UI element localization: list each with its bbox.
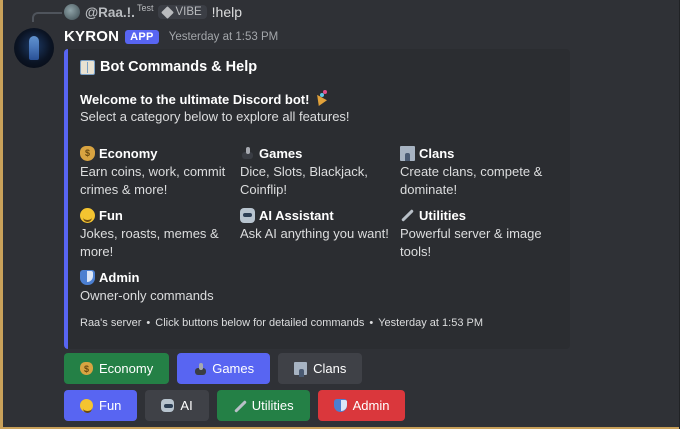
shield-icon (80, 269, 95, 285)
field-ai-assistant: AI Assistant Ask AI anything you want! (240, 206, 400, 243)
smile-icon (80, 207, 95, 223)
field-clans: Clans Create clans, compete & dominate! (400, 144, 560, 199)
utilities-button-label: Utilities (251, 398, 294, 413)
footer-timestamp: Yesterday at 1:53 PM (378, 317, 484, 329)
footer-server: Raa's server (80, 317, 142, 329)
field-name: Economy (99, 145, 158, 161)
reply-connector (32, 12, 62, 22)
footer-separator: • (369, 317, 374, 329)
moneybag-icon (80, 362, 93, 375)
bot-username[interactable]: KYRON (64, 28, 119, 45)
field-name: Admin (99, 269, 140, 285)
field-value: Create clans, compete & dominate! (400, 164, 543, 197)
reply-vibe-badge: VIBE (158, 5, 207, 19)
joystick-icon (193, 362, 207, 375)
joystick-icon (240, 146, 255, 161)
bot-avatar[interactable] (14, 28, 54, 68)
reply-message-text[interactable]: !help (212, 4, 242, 20)
message-header: KYRON APP Yesterday at 1:53 PM (64, 28, 278, 45)
button-row-2: Fun AI Utilities Admin (64, 390, 406, 421)
embed-title-text: Bot Commands & Help (100, 59, 258, 75)
utilities-button[interactable]: Utilities (216, 390, 310, 421)
fun-button-label: Fun (99, 398, 122, 413)
embed-footer: Raa's server • Click buttons below for d… (80, 317, 483, 329)
wrench-icon (233, 399, 246, 412)
castle-icon (400, 145, 415, 161)
field-name: Clans (419, 145, 455, 161)
robot-icon (240, 207, 255, 223)
field-games: Games Dice, Slots, Blackjack, Coinflip! (240, 144, 400, 199)
diamond-icon (161, 5, 175, 19)
ai-button-label: AI (180, 398, 193, 413)
castle-icon (294, 362, 308, 377)
reply-badge-label: VIBE (175, 6, 202, 18)
robot-icon (161, 399, 175, 412)
embed-welcome-text: Welcome to the ultimate Discord bot! (80, 92, 310, 107)
shield-icon (333, 399, 347, 412)
admin-button[interactable]: Admin (317, 390, 406, 421)
party-popper-icon (313, 89, 328, 104)
ai-button[interactable]: AI (145, 390, 209, 421)
embed-title: Bot Commands & Help (80, 59, 556, 75)
field-name: Games (259, 145, 303, 161)
field-fun: Fun Jokes, roasts, memes & more! (80, 206, 240, 261)
economy-button[interactable]: Economy (64, 353, 170, 384)
field-utilities: Utilities Powerful server & image tools! (400, 206, 560, 261)
field-name: Fun (99, 207, 123, 223)
embed-welcome: Welcome to the ultimate Discord bot! (80, 89, 556, 107)
footer-hint: Click buttons below for detailed command… (155, 317, 365, 329)
smile-icon (80, 399, 93, 413)
games-button[interactable]: Games (177, 353, 271, 384)
clans-button-label: Clans (313, 361, 347, 376)
admin-button-label: Admin (352, 398, 390, 413)
field-admin: Admin Owner-only commands (80, 268, 240, 305)
app-badge: APP (125, 29, 159, 44)
field-economy: Economy Earn coins, work, commit crimes … (80, 144, 240, 199)
window-left-border (0, 0, 3, 429)
economy-button-label: Economy (99, 361, 154, 376)
field-value: Jokes, roasts, memes & more! (80, 226, 219, 259)
field-value: Ask AI anything you want! (240, 226, 389, 241)
book-icon (80, 59, 95, 75)
field-name: Utilities (419, 207, 466, 223)
moneybag-icon (80, 145, 95, 161)
field-value: Powerful server & image tools! (400, 226, 542, 259)
embed-subtitle: Select a category below to explore all f… (80, 109, 350, 124)
wrench-icon (400, 208, 415, 223)
avatar-figure (29, 36, 39, 60)
field-value: Owner-only commands (80, 288, 214, 303)
reply-username[interactable]: @Raa.!. (85, 5, 135, 20)
fun-button[interactable]: Fun (64, 390, 138, 421)
message-timestamp[interactable]: Yesterday at 1:53 PM (169, 31, 279, 43)
clans-button[interactable]: Clans (278, 353, 363, 384)
field-value: Dice, Slots, Blackjack, Coinflip! (240, 164, 368, 197)
reply-preview[interactable]: @Raa.!. Test VIBE !help (64, 3, 242, 20)
field-name: AI Assistant (259, 207, 334, 223)
help-embed: Bot Commands & Help Welcome to the ultim… (64, 49, 570, 349)
games-button-label: Games (212, 361, 255, 376)
field-value: Earn coins, work, commit crimes & more! (80, 164, 226, 197)
reply-user-tag: Test (136, 3, 154, 13)
reply-avatar[interactable] (64, 4, 80, 20)
button-row-1: Economy Games Clans (64, 353, 363, 384)
footer-separator: • (146, 317, 151, 329)
